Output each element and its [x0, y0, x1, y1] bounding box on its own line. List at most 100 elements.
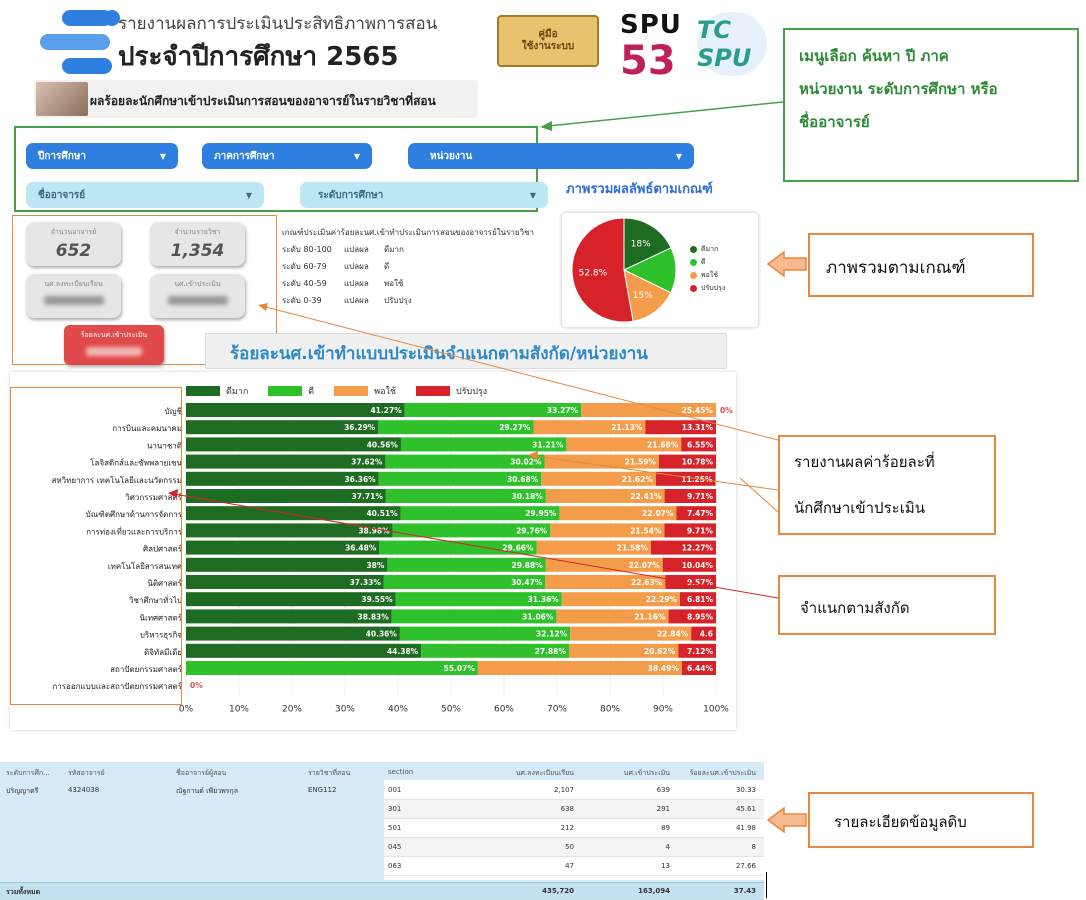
- semester-dropdown-label: ภาคการศึกษา: [214, 150, 275, 162]
- table-header-cell[interactable]: นศ.ลงทะเบียนเรียน: [454, 768, 574, 779]
- bar-data-label: 22.07%: [628, 561, 660, 570]
- bar-data-label: 21.16%: [634, 612, 666, 621]
- bar-data-label: 37.62%: [351, 458, 383, 467]
- table-header-cell[interactable]: นศ.เข้าประเมิน: [580, 768, 670, 779]
- filter-arrow-line: [547, 101, 784, 127]
- subjects-card-label: จำนวนรายวิชา: [174, 228, 221, 236]
- semester-dropdown[interactable]: ภาคการศึกษา ▼: [202, 143, 372, 169]
- table-header-cell[interactable]: รหัสอาจารย์: [68, 768, 105, 779]
- criteria-grade: พอใช้: [384, 279, 404, 288]
- bar-data-label: 22.63%: [631, 578, 663, 587]
- level-dropdown[interactable]: ระดับการศึกษา ▼: [300, 182, 548, 208]
- criteria-row: ระดับ 0-39 แปลผล ปรับปรุง: [282, 292, 534, 309]
- user-manual-button[interactable]: คู่มือ ใช้งานระบบ: [497, 15, 599, 67]
- x-tick-label: 0%: [179, 704, 194, 714]
- chevron-down-icon: ▼: [529, 190, 536, 200]
- evaluated-card-label: นศ.เข้าประเมิน: [174, 280, 221, 288]
- unit-dropdown[interactable]: หน่วยงาน ▼: [408, 143, 694, 169]
- table-header-cell[interactable]: รายวิชาที่สอน: [308, 768, 350, 779]
- bar-segment[interactable]: [186, 557, 388, 572]
- filter-menu-annotation: เมนูเลือก ค้นหา ปี ภาค หน่วยงาน ระดับการ…: [783, 28, 1079, 182]
- affiliation-annotation-text: จำแนกตามสังกัด: [800, 599, 910, 617]
- table-header-cell[interactable]: ชื่ออาจารย์ผู้สอน: [176, 768, 226, 779]
- table-cell-section: 301: [388, 805, 402, 813]
- table-cell-name: ณัฐกานต์ เพียวพรกุล: [176, 787, 239, 795]
- bar-data-label: 40.51%: [366, 509, 398, 518]
- criteria-mean: แปลผล: [344, 296, 369, 305]
- bar-data-label: 25.45%: [682, 406, 714, 415]
- bar-segment[interactable]: [186, 661, 478, 675]
- criteria-range: ระดับ 40-59: [282, 279, 327, 288]
- bar-data-label: 22.29%: [646, 595, 678, 604]
- criteria-mean: แปลผล: [344, 262, 369, 271]
- criteria-row: ระดับ 80-100 แปลผล ดีมาก: [282, 241, 534, 258]
- raw-annotation-text: รายละเอียดข้อมูลดิบ: [834, 813, 967, 831]
- bar-data-label: 27.88%: [535, 647, 567, 656]
- bar-data-label: 29.95%: [525, 509, 557, 518]
- category-frame: [10, 387, 182, 705]
- bar-data-label: 0%: [720, 406, 733, 415]
- pie-title: ภาพรวมผลลัพธ์ตามเกณฑ์: [566, 182, 713, 197]
- table-header-cell[interactable]: ร้อยละนศ.เข้าประเมิน: [676, 768, 756, 779]
- legend-dot-icon: [690, 258, 697, 266]
- table-total-eval: 163,094: [638, 887, 670, 895]
- table-cursor-line: [766, 872, 767, 898]
- percent-arrow-line3: [739, 477, 779, 513]
- user-manual-label: คู่มือ ใช้งานระบบ: [521, 29, 575, 52]
- bar-data-label: 7.12%: [687, 647, 714, 656]
- bar-data-label: 36.48%: [345, 544, 377, 553]
- legend-dot-icon: [690, 284, 697, 292]
- bar-data-label: 10.04%: [682, 561, 714, 570]
- table-cell-pct: 45.61: [735, 805, 756, 813]
- pie-slice-label: 18%: [631, 240, 651, 250]
- bar-data-label: 21.58%: [617, 544, 649, 553]
- table-cell-level: ปริญญาตรี: [6, 787, 39, 795]
- chevron-down-icon: ▼: [245, 190, 252, 200]
- bar-data-label: 22.07%: [642, 509, 674, 518]
- table-header-cell[interactable]: ระดับการศึก...: [6, 768, 50, 779]
- table-total-label: รวมทั้งหมด: [6, 888, 41, 896]
- criteria-range: ระดับ 0-39: [282, 296, 322, 305]
- teacher-dropdown[interactable]: ชื่ออาจารย์ ▼: [26, 182, 264, 208]
- criteria-row: ระดับ 40-59 แปลผล พอใช้: [282, 275, 534, 292]
- teachers-card: จำนวนอาจารย์ 652: [26, 222, 121, 266]
- bar-data-label: 37.71%: [352, 492, 384, 501]
- registered-card-value-blurred: [43, 296, 104, 305]
- legend-dot-icon: [690, 245, 697, 253]
- bar-data-label: 55.07%: [444, 664, 476, 673]
- bar-data-label: 39.55%: [361, 595, 393, 604]
- bar-data-label: 30.18%: [512, 492, 544, 501]
- report-title-line2: ประจำปีการศึกษา 2565: [118, 42, 399, 72]
- teacher-photo: [36, 82, 88, 116]
- subjects-card: จำนวนรายวิชา 1,354: [150, 222, 245, 266]
- bar-data-label: 11.25%: [681, 475, 713, 484]
- year-dropdown-label: ปีการศึกษา: [38, 150, 86, 162]
- report-subtitle: ผลร้อยละนักศึกษาเข้าประเมินการสอนของอาจา…: [90, 94, 436, 108]
- table-cell-reg: 212: [560, 824, 574, 832]
- raw-data-table: ระดับการศึก... รหัสอาจารย์ ชื่ออาจารย์ผู้ส…: [0, 762, 764, 900]
- table-cell-pct: 8: [751, 843, 756, 851]
- x-tick-label: 100%: [703, 704, 729, 714]
- pie-card: 18% 15% 52.8%: [562, 213, 758, 327]
- spu-logo: SPU: [620, 10, 682, 40]
- teacher-dropdown-label: ชื่ออาจารย์: [38, 189, 86, 201]
- filter-annotation-line1: เมนูเลือก ค้นหา ปี ภาค: [799, 47, 949, 65]
- filter-annotation-line2: หน่วยงาน ระดับการศึกษา หรือ: [799, 80, 998, 98]
- bar-data-label: 36.29%: [344, 423, 376, 432]
- x-tick-label: 70%: [547, 704, 567, 714]
- bar-data-label: 29.66%: [502, 544, 534, 553]
- table-header-cell[interactable]: section: [388, 768, 413, 776]
- bar-data-label: 0%: [190, 681, 203, 690]
- bar-data-label: 30.02%: [510, 458, 542, 467]
- bar-segment[interactable]: [186, 643, 422, 658]
- registered-card-label: นศ.ลงทะเบียนเรียน: [44, 280, 103, 288]
- table-total-pct: 37.43: [733, 887, 756, 895]
- year-dropdown[interactable]: ปีการศึกษา ▼: [26, 143, 178, 169]
- table-cell-eval: 13: [661, 862, 670, 870]
- bar-data-label: 38%: [366, 561, 384, 570]
- criteria-row: ระดับ 60-79 แปลผล ดี: [282, 258, 534, 275]
- bar-data-label: 32.12%: [536, 630, 568, 639]
- bar-data-label: 21.68%: [647, 440, 679, 449]
- bar-data-label: 40.36%: [366, 630, 398, 639]
- evaluated-card-value-blurred: [167, 296, 228, 305]
